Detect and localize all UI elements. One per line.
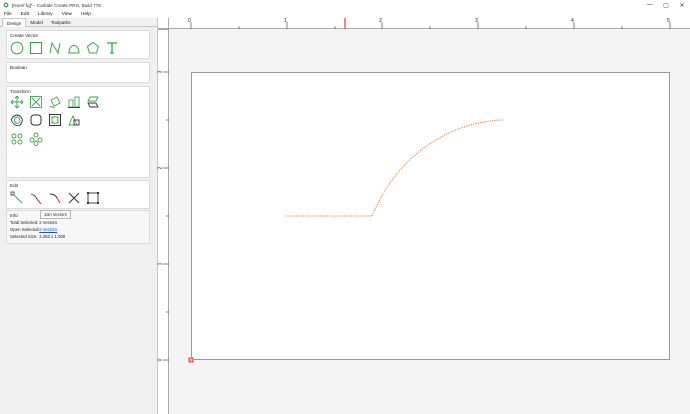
- left-ruler: 3 2 1 0: [157, 29, 169, 414]
- minimize-button[interactable]: —: [642, 0, 658, 10]
- total-selected-label: Total Selected:: [10, 220, 39, 225]
- inset-tool[interactable]: [48, 113, 62, 127]
- circle-icon: [10, 41, 24, 55]
- left-ruler-ticks: [158, 29, 169, 361]
- left-ruler-label: 1: [157, 262, 164, 266]
- transform-title: Transform: [10, 89, 31, 94]
- scale-tool[interactable]: [29, 95, 43, 109]
- tab-model[interactable]: Model: [26, 18, 47, 27]
- join-close-tool[interactable]: [48, 191, 62, 205]
- move-tool[interactable]: [10, 95, 24, 109]
- create-vector-group: Create Vector: [6, 30, 150, 59]
- open-selected-row: Open Selected: 2 Vectors: [10, 227, 57, 232]
- info-title: Info: [10, 213, 18, 218]
- bounding-box-icon: [87, 192, 99, 204]
- top-ruler-label: 1: [284, 18, 287, 24]
- curve-tool[interactable]: [67, 41, 81, 55]
- align-tool[interactable]: [67, 95, 81, 109]
- top-ruler: 0 1 2 3 4 5: [169, 18, 690, 29]
- scale-icon: [30, 96, 42, 108]
- left-ruler-label: 2: [157, 166, 164, 170]
- ruler-corner: [158, 18, 169, 29]
- join-close-icon: [49, 193, 61, 204]
- menu-file[interactable]: File: [4, 12, 12, 17]
- mirror-tool[interactable]: [86, 95, 100, 109]
- circle-tool[interactable]: [10, 41, 24, 55]
- menu-library[interactable]: Library: [38, 12, 53, 17]
- pattern-icon: [29, 132, 43, 146]
- align-icon: [68, 96, 80, 108]
- rectangle-tool[interactable]: [29, 41, 43, 55]
- offset-tool[interactable]: [10, 113, 24, 127]
- menu-bar: File Edit Library View Help: [0, 10, 690, 18]
- trim-icon: [68, 192, 80, 204]
- window-title: [Noref.fq]* - Carbide Create PRO, Build …: [12, 2, 101, 8]
- offset-icon: [11, 114, 23, 127]
- create-vector-title: Create Vector: [10, 33, 39, 38]
- node-edit-tool[interactable]: [10, 191, 24, 205]
- join-vectors-icon: [30, 193, 42, 205]
- fillet-tool[interactable]: [29, 113, 43, 127]
- selected-size-value: 2.250 x 1.000: [39, 234, 66, 239]
- close-button[interactable]: ✕: [674, 0, 690, 10]
- open-selected-label: Open Selected:: [10, 227, 40, 232]
- left-ruler-label: 3: [157, 70, 164, 74]
- text-icon: [107, 42, 117, 54]
- info-group: Info Total Selected: 2 Vectors Open Sele…: [6, 210, 150, 244]
- menu-view[interactable]: View: [62, 12, 72, 17]
- polyline-tool[interactable]: [48, 41, 62, 55]
- inset-icon: [49, 114, 61, 126]
- maximize-button[interactable]: ▢: [658, 0, 674, 10]
- trim-tool[interactable]: [67, 191, 81, 205]
- menu-help[interactable]: Help: [81, 12, 91, 17]
- move-arrows-icon: [10, 95, 24, 109]
- edit-group: Edit: [6, 180, 150, 209]
- polyline-icon: [49, 41, 61, 55]
- trace-tool[interactable]: [67, 113, 81, 127]
- app-icon: [3, 2, 9, 8]
- bounding-box-tool[interactable]: [86, 191, 100, 205]
- top-ruler-label: 3: [475, 18, 478, 24]
- tab-design[interactable]: Design: [2, 18, 27, 27]
- stock-area[interactable]: [191, 72, 670, 360]
- tab-toolpaths[interactable]: Toolpaths: [47, 18, 75, 27]
- selected-size-row: Selected Size: 2.250 x 1.000: [10, 234, 65, 239]
- circle-array-icon: [11, 133, 23, 145]
- tab-strip: Design Model Toolpaths: [0, 18, 157, 27]
- node-edit-icon: [10, 191, 23, 204]
- transform-group: Transform: [6, 86, 150, 178]
- pattern-tool[interactable]: [29, 132, 43, 146]
- total-selected-row: Total Selected: 2 Vectors: [10, 220, 57, 225]
- selected-size-label: Selected Size:: [10, 234, 38, 239]
- rotate-tool[interactable]: [48, 95, 62, 109]
- trace-icon: [68, 114, 80, 126]
- top-ruler-label: 5: [667, 18, 670, 24]
- polygon-icon: [86, 41, 100, 54]
- top-ruler-label: 2: [379, 18, 382, 24]
- title-bar: [Noref.fq]* - Carbide Create PRO, Build …: [0, 0, 690, 10]
- join-vectors-tooltip: Join Vectors: [40, 210, 71, 219]
- edit-title: Edit: [10, 183, 18, 188]
- design-canvas[interactable]: 0 1 2 3 4 5 3 2 1 0: [157, 18, 690, 414]
- left-ruler-label: 0: [157, 358, 164, 362]
- text-tool[interactable]: [105, 41, 119, 55]
- join-vectors-tool[interactable]: [29, 191, 43, 205]
- top-ruler-ticks: [190, 18, 671, 29]
- rotate-icon: [49, 96, 61, 108]
- curve-icon: [68, 45, 80, 54]
- boolean-title: Boolean: [10, 65, 27, 70]
- polygon-tool[interactable]: [86, 41, 100, 55]
- menu-edit[interactable]: Edit: [21, 12, 29, 17]
- sidebar: Design Model Toolpaths Create Vector Boo…: [0, 18, 158, 414]
- fillet-icon: [30, 114, 42, 126]
- open-selected-link[interactable]: 2 Vectors: [39, 227, 57, 232]
- total-selected-value: 2 Vectors: [39, 220, 58, 225]
- top-ruler-label: 0: [188, 18, 191, 24]
- top-ruler-label: 4: [571, 18, 574, 24]
- rectangle-icon: [30, 42, 42, 54]
- circular-array-tool[interactable]: [10, 132, 24, 146]
- boolean-group: Boolean: [6, 62, 150, 83]
- mirror-icon: [87, 96, 99, 108]
